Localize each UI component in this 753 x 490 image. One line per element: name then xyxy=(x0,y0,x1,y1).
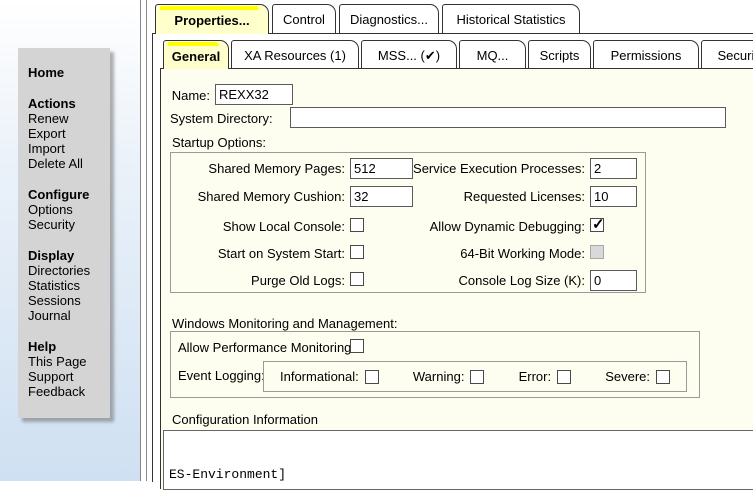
sidebar-item-this-page[interactable]: This Page xyxy=(28,354,110,369)
severe-checkbox[interactable] xyxy=(656,370,670,384)
sidebar-item-support[interactable]: Support xyxy=(28,369,110,384)
allow-performance-monitoring-label: Allow Performance Monitoring: xyxy=(178,340,355,355)
warning-label: Warning: xyxy=(413,369,465,384)
sidebar-header-configure: Configure xyxy=(28,187,110,202)
purge-old-logs-checkbox[interactable] xyxy=(350,272,364,286)
system-directory-label: System Directory: xyxy=(170,111,273,126)
sidebar-item-security[interactable]: Security xyxy=(28,217,110,232)
event-logging-groupbox: Informational: Warning: Error: Severe: xyxy=(263,361,687,392)
tab-permissions[interactable]: Permissions xyxy=(593,40,699,68)
console-log-size-label: Console Log Size (K): xyxy=(390,273,585,288)
event-level-informational: Informational: xyxy=(280,369,379,384)
tab-diagnostics[interactable]: Diagnostics... xyxy=(339,4,439,33)
tab-xa-resources[interactable]: XA Resources (1) xyxy=(231,40,359,68)
name-input[interactable] xyxy=(215,84,293,105)
requested-licenses-label: Requested Licenses: xyxy=(390,189,585,204)
show-local-console-label: Show Local Console: xyxy=(170,219,345,234)
sidebar-item-sessions[interactable]: Sessions xyxy=(28,293,110,308)
tab-scripts[interactable]: Scripts xyxy=(528,40,591,68)
sidebar-item-feedback[interactable]: Feedback xyxy=(28,384,110,399)
severe-label: Severe: xyxy=(605,369,650,384)
64bit-working-mode-checkbox xyxy=(590,245,604,259)
error-checkbox[interactable] xyxy=(557,370,571,384)
sidebar-item-statistics[interactable]: Statistics xyxy=(28,278,110,293)
system-directory-input[interactable] xyxy=(290,107,726,128)
allow-dynamic-debugging-checkbox[interactable] xyxy=(590,218,604,232)
sidebar-item-home[interactable]: Home xyxy=(28,65,110,80)
tab-properties[interactable]: Properties... xyxy=(155,4,269,34)
tab-security[interactable]: Security xyxy=(701,40,753,68)
64bit-working-mode-label: 64-Bit Working Mode: xyxy=(390,246,585,261)
informational-label: Informational: xyxy=(280,369,359,384)
configuration-textarea[interactable]: ES-Environment] MFTRACE_CONFIG=C:\Users\… xyxy=(163,430,753,490)
error-label: Error: xyxy=(519,369,552,384)
tab-control[interactable]: Control xyxy=(272,4,336,33)
show-local-console-checkbox[interactable] xyxy=(350,218,364,232)
sidebar-item-journal[interactable]: Journal xyxy=(28,308,110,323)
purge-old-logs-label: Purge Old Logs: xyxy=(170,273,345,288)
tab-general[interactable]: General xyxy=(163,40,229,69)
service-execution-processes-input[interactable] xyxy=(590,158,637,179)
sidebar-header-actions: Actions xyxy=(28,96,110,111)
event-level-severe: Severe: xyxy=(605,369,670,384)
requested-licenses-input[interactable] xyxy=(590,186,637,207)
startup-options-heading: Startup Options: xyxy=(172,135,266,150)
console-log-size-input[interactable] xyxy=(590,270,637,291)
sidebar-item-export[interactable]: Export xyxy=(28,126,110,141)
tab-historical-statistics[interactable]: Historical Statistics xyxy=(442,4,580,33)
sidebar-header-display: Display xyxy=(28,248,110,263)
frame-divider-line-2 xyxy=(146,0,147,481)
event-level-error: Error: xyxy=(519,369,572,384)
allow-performance-monitoring-checkbox[interactable] xyxy=(350,339,364,353)
event-logging-label: Event Logging: xyxy=(178,368,265,383)
configuration-heading: Configuration Information xyxy=(172,412,318,427)
sidebar: Home Actions Renew Export Import Delete … xyxy=(18,48,110,418)
monitoring-heading: Windows Monitoring and Management: xyxy=(172,316,397,331)
shared-memory-cushion-label: Shared Memory Cushion: xyxy=(170,189,345,204)
shared-memory-pages-label: Shared Memory Pages: xyxy=(170,161,345,176)
sidebar-item-delete-all[interactable]: Delete All xyxy=(28,156,110,171)
sidebar-item-options[interactable]: Options xyxy=(28,202,110,217)
start-on-system-start-checkbox[interactable] xyxy=(350,245,364,259)
frame-divider-line-1 xyxy=(140,0,141,481)
sidebar-item-import[interactable]: Import xyxy=(28,141,110,156)
sidebar-item-directories[interactable]: Directories xyxy=(28,263,110,278)
event-level-warning: Warning: xyxy=(413,369,485,384)
service-execution-processes-label: Service Execution Processes: xyxy=(390,161,585,176)
name-label: Name: xyxy=(168,88,210,103)
admin-page: { "colors":{"accent_yellow":"#ffff00","t… xyxy=(0,0,753,481)
tab-mq[interactable]: MQ... xyxy=(459,40,526,68)
sidebar-header-help: Help xyxy=(28,339,110,354)
informational-checkbox[interactable] xyxy=(365,370,379,384)
sidebar-item-renew[interactable]: Renew xyxy=(28,111,110,126)
warning-checkbox[interactable] xyxy=(470,370,484,384)
start-on-system-start-label: Start on System Start: xyxy=(170,246,345,261)
tab-mss[interactable]: MSS... (✔) xyxy=(361,40,457,68)
allow-dynamic-debugging-label: Allow Dynamic Debugging: xyxy=(390,219,585,234)
